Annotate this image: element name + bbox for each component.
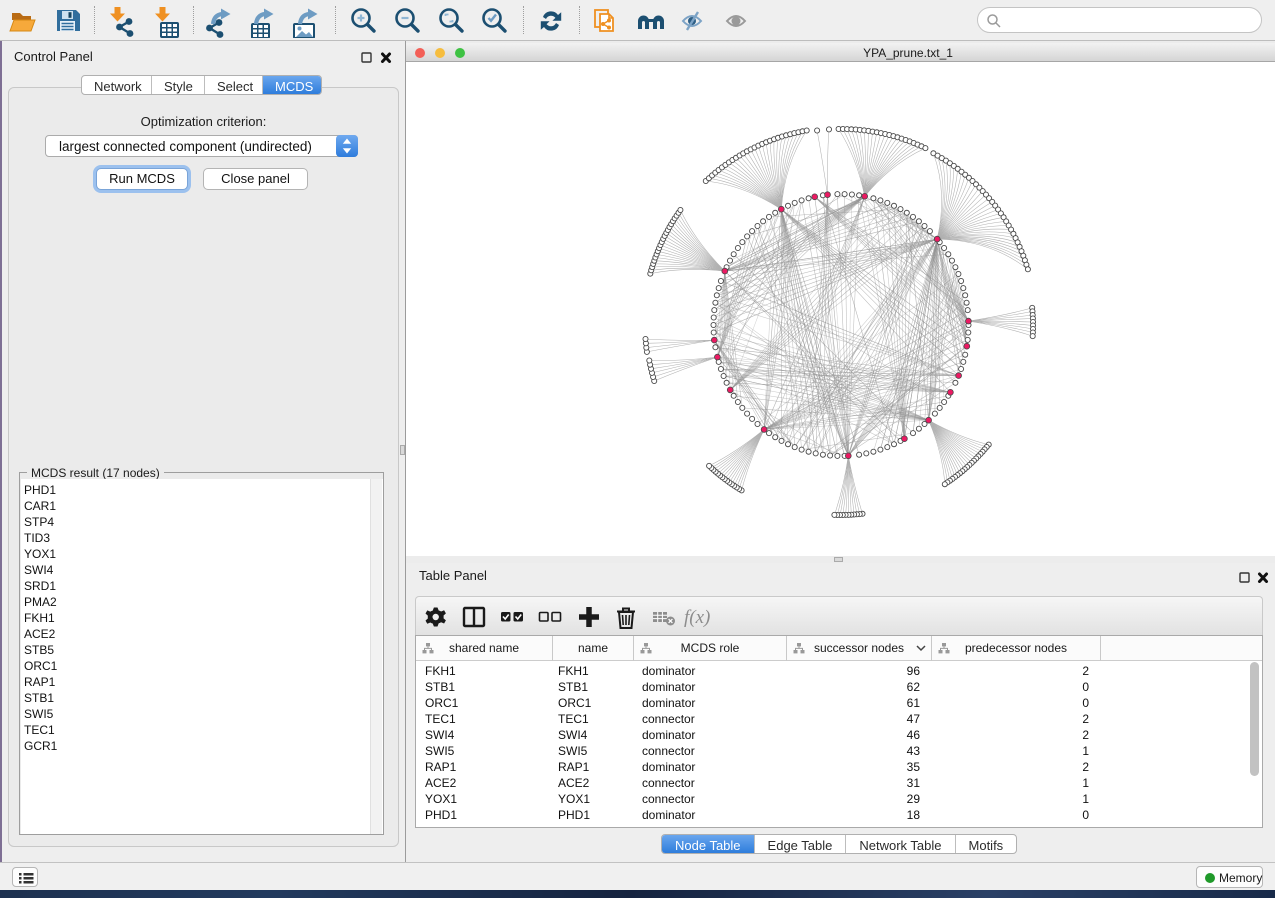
svg-text:f(x): f(x) (684, 607, 710, 628)
